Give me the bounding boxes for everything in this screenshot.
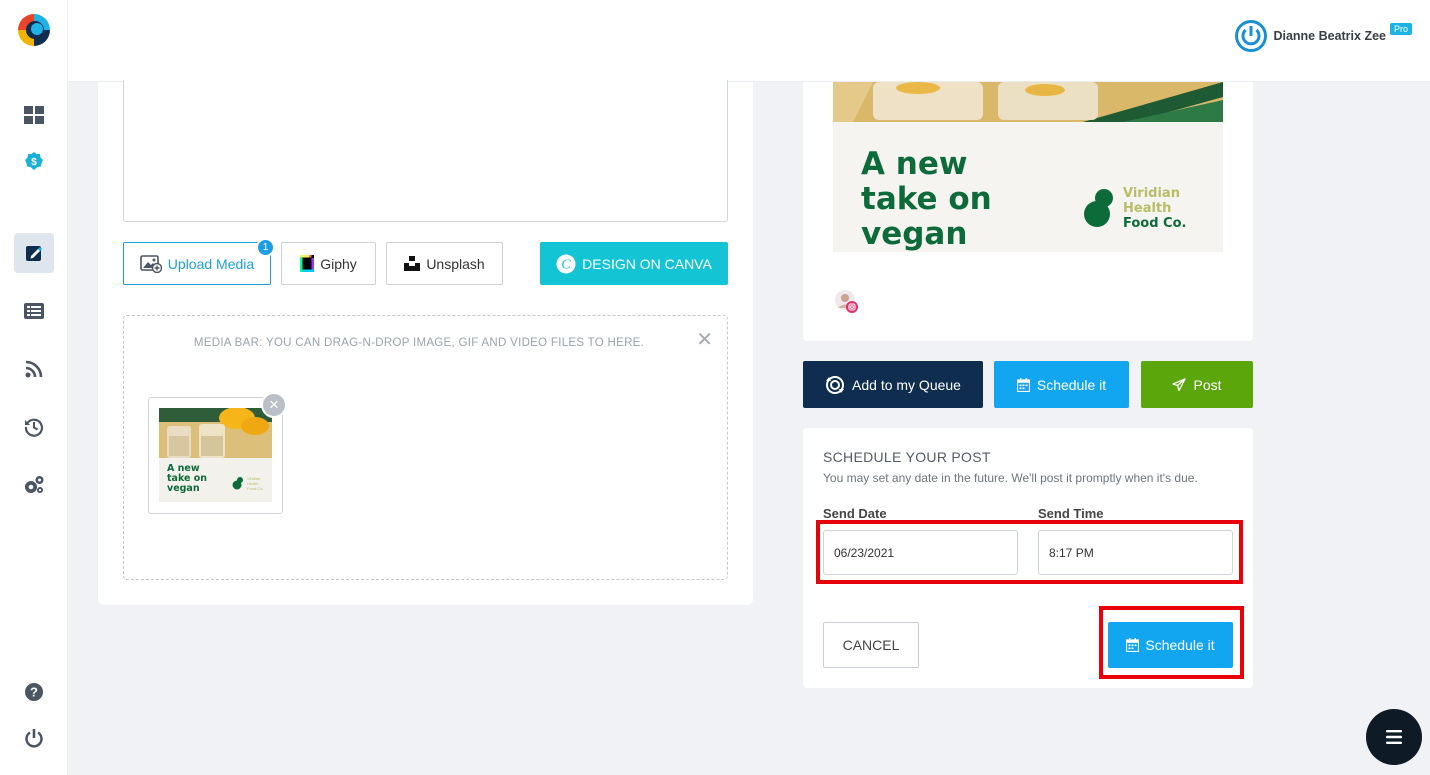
highlight-schedule-button (1099, 606, 1244, 679)
hamburger-icon (1386, 730, 1402, 744)
history-icon[interactable] (14, 407, 54, 447)
brand-apple-icon (232, 477, 243, 490)
canva-label: DESIGN ON CANVA (582, 255, 712, 272)
highlight-date-time (816, 520, 1243, 584)
media-count-badge: 1 (256, 238, 275, 257)
send-date-label: Send Date (823, 506, 887, 521)
instagram-account-icon (835, 290, 858, 313)
composer-panel: Upload Media 1 Giphy Unsplash C DESIGN O… (98, 80, 753, 605)
post-label: Post (1193, 376, 1222, 393)
settings-icon[interactable] (14, 465, 54, 505)
close-icon[interactable]: ✕ (696, 330, 713, 350)
user-menu[interactable]: Dianne Beatrix Zee Pro (1235, 20, 1412, 52)
app-logo[interactable] (16, 12, 52, 48)
pro-badge: Pro (1389, 23, 1412, 35)
thumbnail-brand: Viridian Health Food Co. (247, 476, 264, 491)
schedule-description: You may set any date in the future. We'l… (823, 471, 1198, 485)
svg-text:?: ? (30, 685, 38, 700)
giphy-label: Giphy (320, 255, 357, 272)
dashboard-icon[interactable] (14, 95, 54, 135)
top-header: Dianne Beatrix Zee Pro (68, 0, 1430, 82)
compose-icon[interactable] (14, 233, 54, 273)
schedule-it-top-label: Schedule it (1036, 376, 1107, 393)
media-bar-hint: MEDIA BAR: YOU CAN DRAG-N-DROP IMAGE, GI… (193, 337, 645, 349)
image-upload-icon (139, 254, 162, 273)
unsplash-label: Unsplash (426, 255, 485, 272)
giphy-icon (300, 255, 315, 272)
remove-media-icon[interactable]: × (261, 392, 287, 418)
rss-feed-icon[interactable] (14, 349, 54, 389)
calendar-icon (1016, 377, 1030, 392)
post-preview-card: A new take on vegan Viridian Health Food… (803, 82, 1253, 341)
unsplash-button[interactable]: Unsplash (386, 242, 503, 285)
design-on-canva-button[interactable]: C DESIGN ON CANVA (540, 242, 728, 285)
upload-media-label: Upload Media (167, 255, 255, 272)
media-thumbnail[interactable]: A new take on vegan Viridian Health Food… (148, 397, 283, 514)
send-time-label: Send Time (1038, 506, 1104, 521)
preview-brand: Viridian Health Food Co. (1123, 186, 1187, 231)
floating-menu-button[interactable] (1366, 709, 1422, 765)
queue-icon (825, 375, 845, 395)
user-avatar-icon (1235, 20, 1268, 52)
media-bar-dropzone[interactable]: MEDIA BAR: YOU CAN DRAG-N-DROP IMAGE, GI… (123, 315, 728, 580)
queue-list-icon[interactable] (14, 291, 54, 331)
add-to-queue-label: Add to my Queue (852, 376, 961, 393)
unsplash-icon (404, 256, 421, 271)
giphy-button[interactable]: Giphy (281, 242, 376, 285)
preview-headline: A new take on vegan (861, 146, 992, 252)
brand-logo-icon (1084, 189, 1113, 227)
svg-text:C: C (562, 257, 572, 272)
add-to-queue-button[interactable]: Add to my Queue (803, 361, 983, 408)
schedule-it-top-button[interactable]: Schedule it (994, 361, 1129, 408)
billing-icon[interactable]: $ (14, 141, 54, 181)
paper-plane-icon (1172, 377, 1187, 392)
svg-text:$: $ (31, 157, 37, 168)
canva-icon: C (556, 254, 576, 274)
post-text-area[interactable] (123, 80, 728, 222)
thumbnail-caption: A new take on vegan (167, 463, 208, 494)
schedule-title: SCHEDULE YOUR POST (823, 449, 991, 465)
cancel-button[interactable]: CANCEL (823, 622, 919, 668)
post-now-button[interactable]: Post (1141, 361, 1253, 408)
upload-media-button[interactable]: Upload Media (123, 242, 271, 285)
user-name: Dianne Beatrix Zee (1273, 29, 1386, 43)
logout-icon[interactable] (14, 718, 54, 758)
sidebar: $ ? (0, 0, 68, 775)
help-icon[interactable]: ? (14, 672, 54, 712)
preview-image: A new take on vegan Viridian Health Food… (833, 82, 1223, 252)
